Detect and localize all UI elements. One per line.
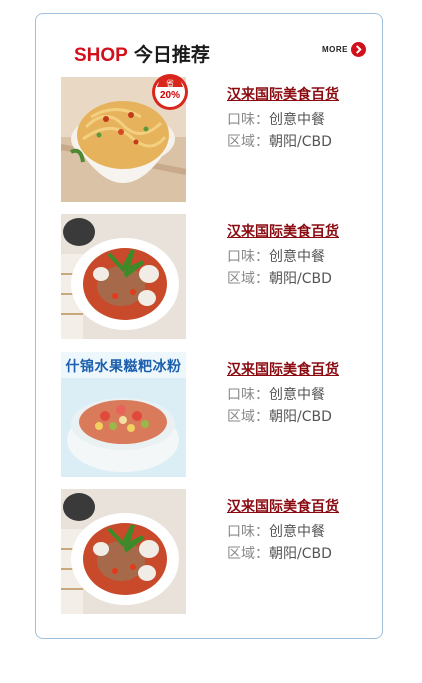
- item-meta: 口味：创意中餐 区域：朝阳/CBD: [227, 246, 367, 290]
- more-label: MORE: [322, 45, 348, 54]
- area-label: 区域：: [227, 134, 269, 150]
- shop-name-link[interactable]: 汉来国际美食百货: [227, 85, 367, 105]
- area-value: 朝阳/CBD: [269, 546, 332, 562]
- list-item: 汉来国际美食百货 口味：创意中餐 区域：朝阳/CBD: [61, 489, 361, 615]
- section-title: 今日推荐: [133, 44, 210, 66]
- food-image-fruit-ice[interactable]: 什锦水果糍粑冰粉: [61, 352, 186, 477]
- badge-value: 20%: [159, 90, 180, 101]
- area-label: 区域：: [227, 271, 269, 287]
- brand-label: SHOP: [74, 45, 128, 66]
- taste-label: 口味：: [227, 112, 269, 128]
- area-value: 朝阳/CBD: [269, 134, 332, 150]
- item-meta: 口味：创意中餐 区域：朝阳/CBD: [227, 521, 367, 565]
- image-banner-text: 什锦水果糍粑冰粉: [65, 359, 182, 375]
- section-header: SHOP 今日推荐: [74, 40, 210, 68]
- taste-label: 口味：: [227, 387, 269, 403]
- badge-label: 省: [166, 79, 174, 88]
- taste-label: 口味：: [227, 524, 269, 540]
- shop-name-link[interactable]: 汉来国际美食百货: [227, 497, 367, 517]
- more-link[interactable]: MORE: [322, 42, 366, 57]
- taste-label: 口味：: [227, 249, 269, 265]
- taste-value: 创意中餐: [269, 524, 325, 540]
- list-item: 什锦水果糍粑冰粉 汉来国际美食百货 口味：创意中餐 区域：朝阳/CBD: [61, 352, 361, 478]
- chevron-right-icon: [351, 42, 366, 57]
- discount-badge: 省 20%: [151, 73, 189, 111]
- shop-name-link[interactable]: 汉来国际美食百货: [227, 360, 367, 380]
- food-image-salad[interactable]: [61, 489, 186, 614]
- area-value: 朝阳/CBD: [269, 271, 332, 287]
- taste-value: 创意中餐: [269, 112, 325, 128]
- list-item: 省 20% 汉来国际美食百货 口味：创意中餐 区域：朝阳/CBD: [61, 74, 361, 203]
- area-label: 区域：: [227, 409, 269, 425]
- item-meta: 口味：创意中餐 区域：朝阳/CBD: [227, 109, 367, 153]
- recommendation-card: SHOP 今日推荐 MORE 省 20% 汉来国际美食百货 口味：创意中餐 区域…: [35, 13, 383, 639]
- food-image-salad[interactable]: [61, 214, 186, 339]
- taste-value: 创意中餐: [269, 249, 325, 265]
- item-meta: 口味：创意中餐 区域：朝阳/CBD: [227, 384, 367, 428]
- area-value: 朝阳/CBD: [269, 409, 332, 425]
- shop-name-link[interactable]: 汉来国际美食百货: [227, 222, 367, 242]
- list-item: 汉来国际美食百货 口味：创意中餐 区域：朝阳/CBD: [61, 214, 361, 340]
- area-label: 区域：: [227, 546, 269, 562]
- taste-value: 创意中餐: [269, 387, 325, 403]
